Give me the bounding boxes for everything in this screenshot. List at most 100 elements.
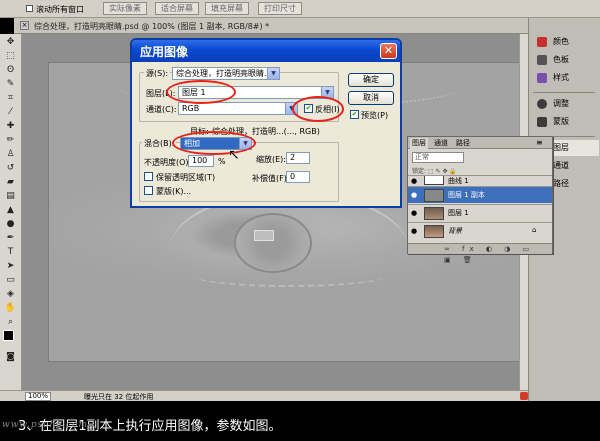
visibility-eye-icon[interactable]: ● [410, 209, 418, 217]
panel-separator [533, 92, 595, 93]
eraser-tool-icon[interactable]: ▰ [4, 177, 17, 187]
options-bar: 滚动所有窗口 实际像素 适合屏幕 填充屏幕 打印尺寸 [0, 0, 600, 18]
hand-tool-icon[interactable]: ✋ [4, 303, 17, 313]
mask-label: 蒙版(K)... [156, 187, 192, 196]
zoom-field[interactable]: 100% [25, 392, 51, 401]
color-icon [537, 37, 547, 47]
dodge-tool-icon[interactable]: ● [4, 219, 17, 229]
lasso-tool-icon[interactable]: ʘ [4, 65, 17, 75]
blend-mode-select[interactable]: 正常 [412, 152, 464, 163]
panel-masks[interactable]: 蒙版 [537, 114, 599, 130]
layers-panel: 图层 通道 路径 ≡ 正常 锁定: ⬚ ✎ ✥ 🔒 ● 曲线 1 ● 图层 1 … [407, 136, 553, 264]
channel-value: RGB [182, 104, 200, 113]
cancel-button[interactable]: 取消 [348, 91, 394, 105]
scroll-all-windows-checkbox[interactable] [26, 5, 33, 12]
layer-thumbnail [424, 225, 444, 238]
tab-layers[interactable]: 图层 [410, 138, 428, 149]
chevron-down-icon: ▼ [267, 68, 279, 79]
highlight-ring-layer [166, 80, 236, 104]
crop-tool-icon[interactable]: ⌗ [4, 93, 17, 103]
path-select-tool-icon[interactable]: ➤ [4, 261, 17, 271]
document-tab[interactable]: × 综合处理，打造明亮眼睛.psd @ 100% (图层 1 副本, RGB/8… [14, 18, 534, 34]
layer-name: 背景 [448, 227, 462, 235]
iris-texture [234, 213, 312, 273]
mask-checkbox[interactable] [144, 186, 153, 195]
panel-swatches[interactable]: 色板 [537, 52, 599, 68]
mouse-pointer-icon: ↖ [228, 147, 240, 163]
scroll-all-windows-label: 滚动所有窗口 [36, 5, 84, 14]
actual-pixels-button[interactable]: 实际像素 [103, 2, 147, 15]
type-tool-icon[interactable]: T [4, 247, 17, 257]
close-icon[interactable]: ✕ [380, 43, 397, 59]
source-select[interactable]: 综合处理，打造明亮眼睛... ▼ [172, 67, 280, 80]
history-brush-tool-icon[interactable]: ↺ [4, 163, 17, 173]
layer-row-selected[interactable]: ● 图层 1 副本 [408, 186, 552, 203]
tutorial-caption: 3、在图层1副本上执行应用图像，参数如图。 www.psahz.com [0, 401, 600, 441]
tab-channels[interactable]: 通道 [432, 138, 450, 149]
dialog-titlebar[interactable]: 应用图像 ✕ [132, 40, 400, 62]
highlight-ring-blending [172, 131, 256, 155]
tab-paths[interactable]: 路径 [454, 138, 472, 149]
source-label: 源(S): [144, 68, 171, 79]
marquee-tool-icon[interactable]: ⬚ [4, 51, 17, 61]
adjustments-icon [537, 99, 547, 109]
fit-screen-button[interactable]: 适合屏幕 [155, 2, 199, 15]
quick-mask-icon[interactable]: ◙ [4, 352, 17, 362]
print-size-button[interactable]: 打印尺寸 [258, 2, 302, 15]
layers-footer-icons[interactable]: ∞ fx ◐ ◑ ▭ ▣ 🗑 [408, 243, 552, 264]
gradient-tool-icon[interactable]: ▤ [4, 191, 17, 201]
eyedropper-tool-icon[interactable]: ⁄ [4, 107, 17, 117]
layer-row[interactable]: ● 曲线 1 [408, 175, 552, 185]
masks-icon [537, 117, 547, 127]
lock-icon: ⌂ [532, 226, 537, 234]
foreground-color-swatch[interactable] [3, 330, 14, 341]
close-document-icon[interactable]: × [20, 21, 29, 30]
dialog-title: 应用图像 [140, 45, 189, 59]
brush-tool-icon[interactable]: ✏ [4, 135, 17, 145]
zoom-tool-icon[interactable]: ⌕ [4, 317, 17, 327]
tools-panel: ✥ ⬚ ʘ ✎ ⌗ ⁄ ✚ ✏ ♙ ↺ ▰ ▤ ▲ ● ✒ T ➤ ▭ ◈ ✋ … [0, 34, 22, 401]
preview-checkbox[interactable]: ✔ [350, 110, 359, 119]
pen-tool-icon[interactable]: ✒ [4, 233, 17, 243]
status-bar: 100% 曝光只在 32 位起作用 [0, 390, 528, 401]
offset-field[interactable]: 0 [286, 171, 310, 183]
shape-tool-icon[interactable]: ▭ [4, 275, 17, 285]
channel-label: 通道(C): [146, 105, 177, 114]
preserve-transparency-checkbox[interactable] [144, 172, 153, 181]
blur-tool-icon[interactable]: ▲ [4, 205, 17, 215]
preview-label: 预览(P) [361, 111, 389, 120]
watermark: www.psahz.com [2, 420, 89, 430]
layer-name: 图层 1 [448, 209, 469, 217]
highlight-ring-invert [292, 96, 344, 122]
panel-adjustments[interactable]: 调整 [537, 96, 599, 112]
visibility-eye-icon[interactable]: ● [410, 191, 418, 199]
panel-menu-icon[interactable]: ≡ [536, 138, 543, 147]
fill-screen-button[interactable]: 填充屏幕 [205, 2, 249, 15]
opacity-label: 不透明度(O): [144, 158, 192, 167]
channel-select[interactable]: RGB ▼ [178, 102, 298, 115]
layer-row[interactable]: ● 背景 ⌂ [408, 222, 552, 239]
ok-button[interactable]: 确定 [348, 73, 394, 87]
panel-styles[interactable]: 样式 [537, 70, 599, 86]
offset-label: 补偿值(F): [252, 174, 290, 183]
visibility-eye-icon[interactable]: ● [410, 227, 418, 235]
opacity-unit: % [218, 157, 226, 166]
swatches-icon [537, 55, 547, 65]
opacity-field[interactable]: 100 [188, 155, 214, 167]
source-value: 综合处理，打造明亮眼睛... [176, 69, 272, 78]
scale-field[interactable]: 2 [286, 152, 310, 164]
layer-thumbnail [424, 189, 444, 202]
layer-row[interactable]: ● 图层 1 [408, 204, 552, 221]
clone-stamp-tool-icon[interactable]: ♙ [4, 149, 17, 159]
apply-image-dialog: 应用图像 ✕ 源(S): 综合处理，打造明亮眼睛... ▼ 图层(L): 图层 … [130, 38, 402, 208]
layer-name: 图层 1 副本 [448, 191, 485, 199]
3d-rotate-tool-icon[interactable]: ◈ [4, 289, 17, 299]
visibility-eye-icon[interactable]: ● [410, 177, 418, 185]
panel-color[interactable]: 颜色 [537, 34, 599, 50]
quick-select-tool-icon[interactable]: ✎ [4, 79, 17, 89]
lower-lash-texture [194, 265, 384, 287]
tray-app-icon[interactable] [520, 392, 528, 400]
lock-options: 锁定: ⬚ ✎ ✥ 🔒 [412, 168, 457, 175]
healing-brush-tool-icon[interactable]: ✚ [4, 121, 17, 131]
move-tool-icon[interactable]: ✥ [4, 37, 17, 47]
